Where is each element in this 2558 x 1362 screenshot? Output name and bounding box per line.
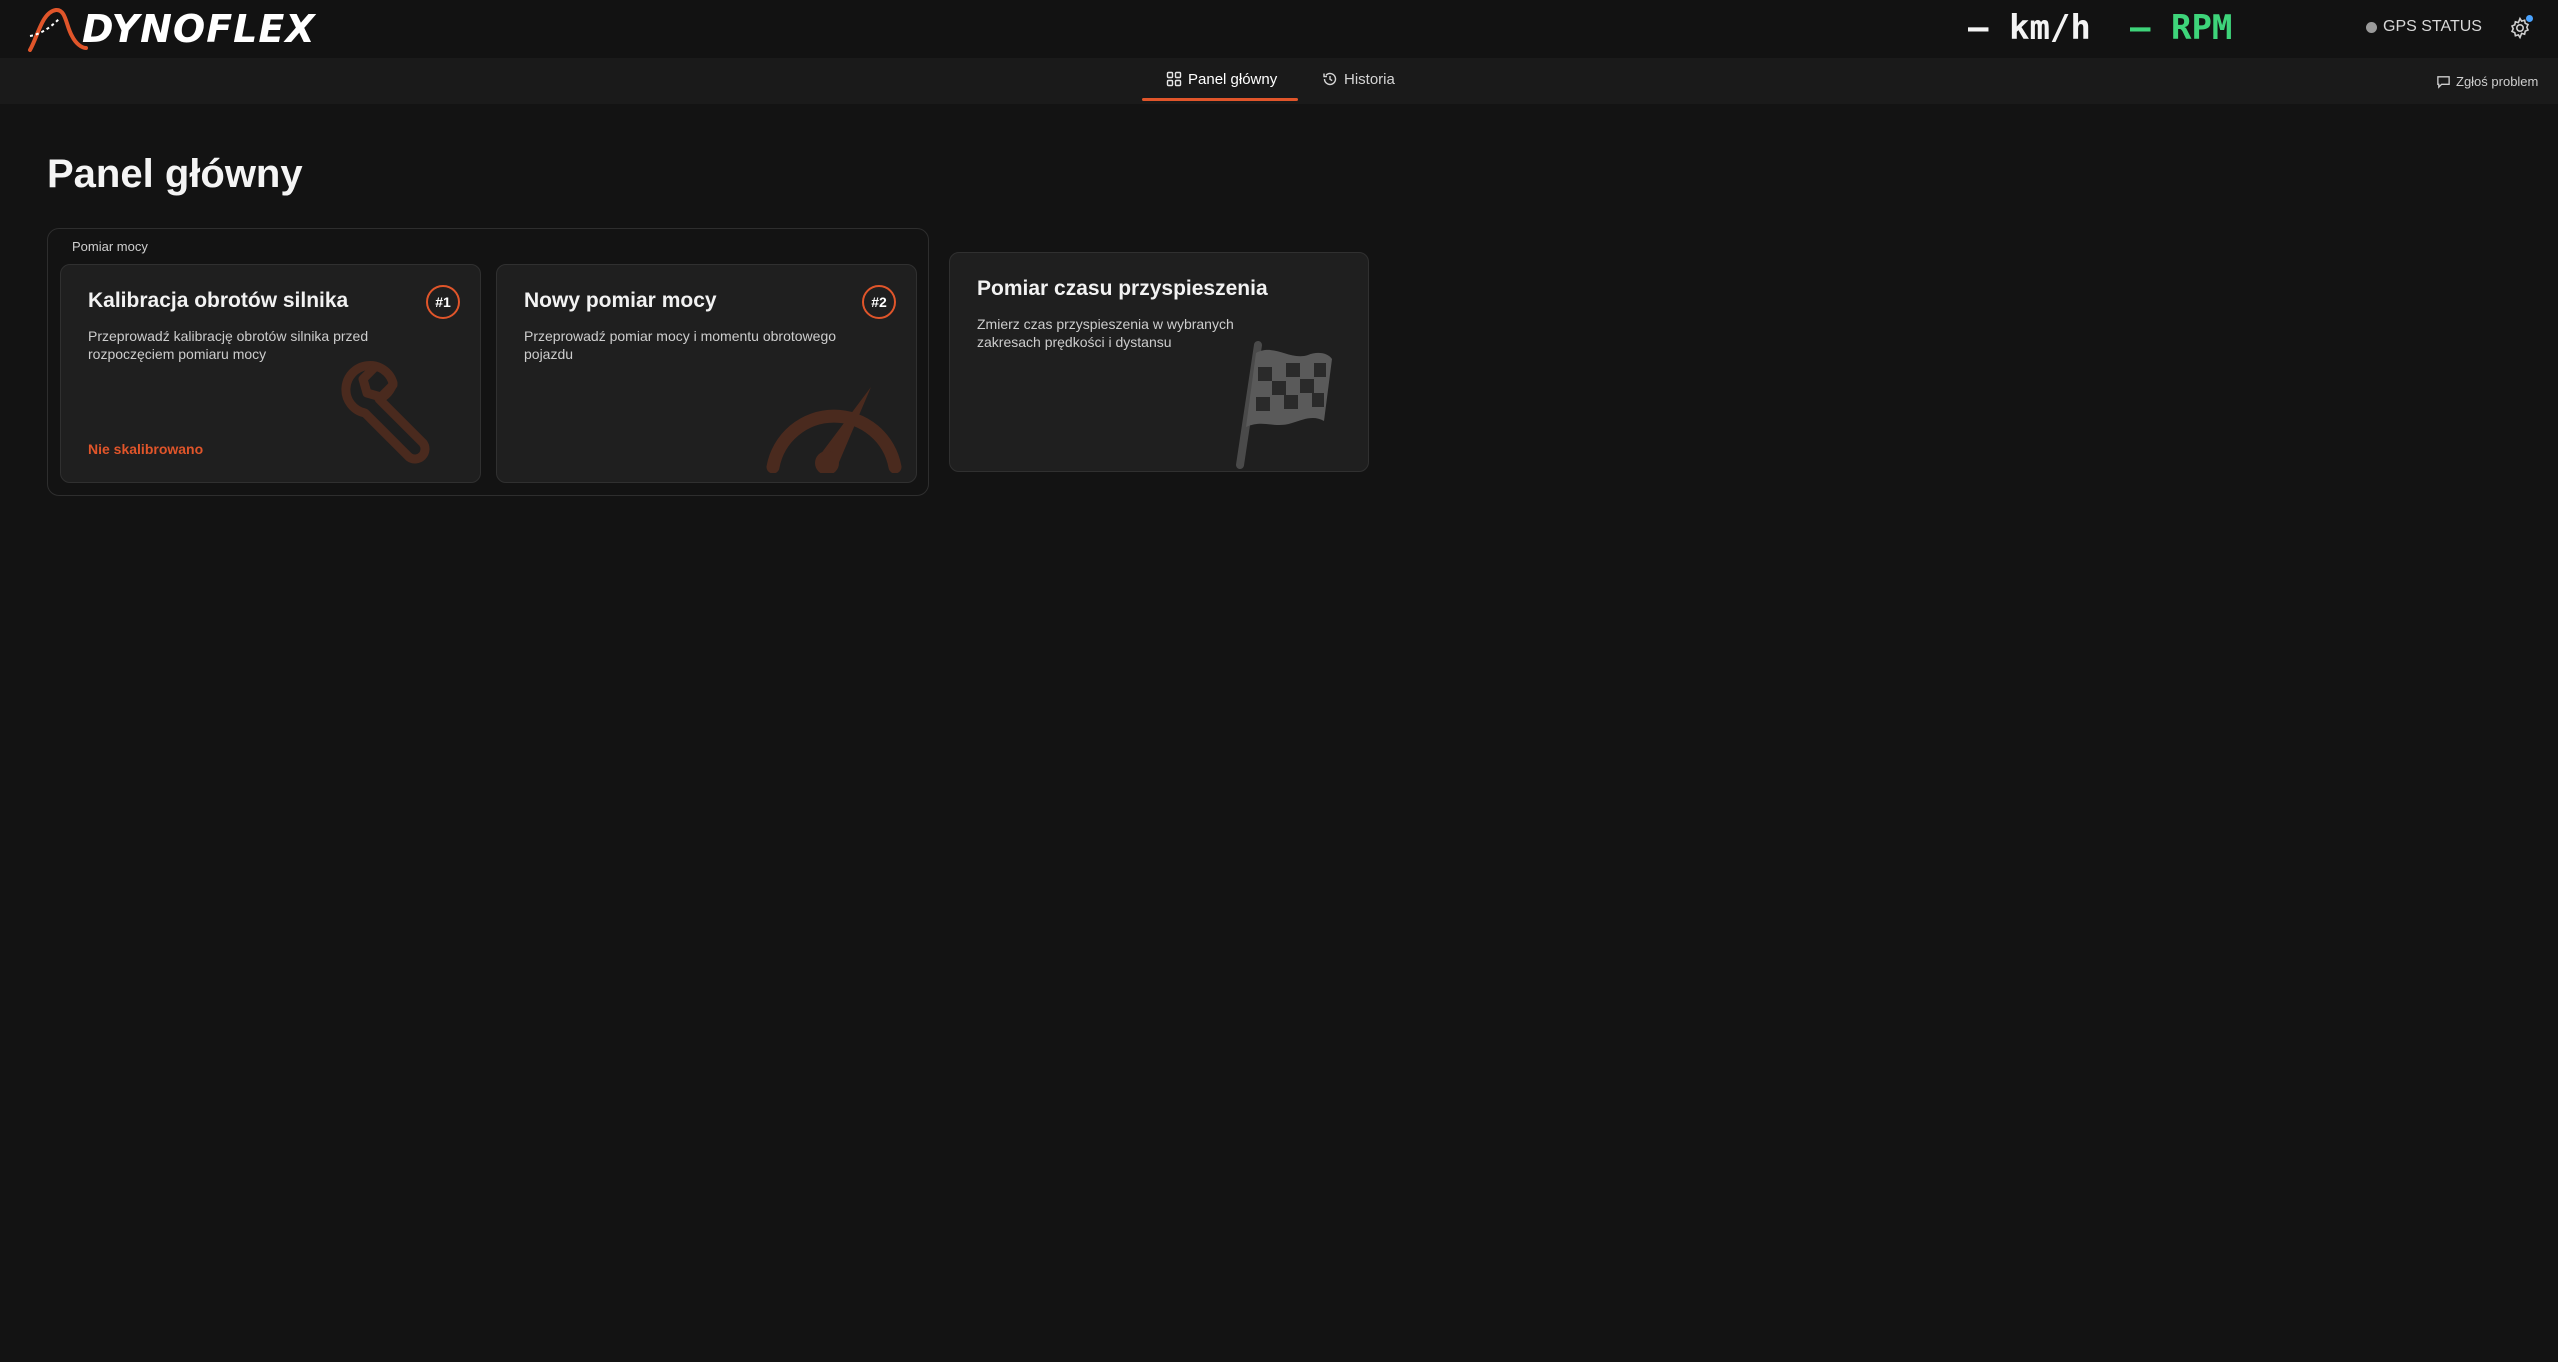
page-title: Panel główny [47,152,303,196]
step-badge: #2 [862,285,896,319]
gps-status-label: GPS STATUS [2383,18,2482,35]
gauge-icon [766,387,902,473]
gps-status-dot-icon [2366,21,2377,33]
tab-panel-glowny[interactable]: Panel główny [1166,58,1277,100]
logo-text: DYNOFLEX [82,7,316,51]
active-tab-indicator [1142,98,1298,101]
nav-bar: Panel główny Historia Zgłoś problem [0,58,2558,104]
wrench-icon [341,361,430,464]
card-description: Zmierz czas przyspieszenia w wybranych z… [977,316,1234,350]
rpm-unit: RPM [2170,8,2233,48]
report-problem-link[interactable]: Zgłoś problem [2436,58,2538,104]
step-badge: #1 [426,285,460,319]
group-label: Pomiar mocy [72,239,148,254]
calibration-status: Nie skalibrowano [88,441,204,457]
history-icon [1323,72,1337,86]
speed-value: – [1968,8,1989,48]
speed-readout: – km/h [1968,8,2091,48]
card-engine-calibration[interactable]: Kalibracja obrotów silnika #1 Przeprowad… [60,264,481,483]
logo-swoosh-icon [28,8,88,52]
card-title: Nowy pomiar mocy [524,289,717,312]
card-acceleration-time[interactable]: Pomiar czasu przyspieszenia Zmierz czas … [949,252,1369,472]
tab-label: Historia [1344,70,1395,88]
grid-icon [1166,71,1182,87]
tab-historia[interactable]: Historia [1322,58,1395,100]
rpm-readout: – RPM [2130,8,2232,48]
card-description: Przeprowadź pomiar mocy i momentu obroto… [524,328,837,362]
tab-label: Panel główny [1188,70,1278,88]
card-title: Pomiar czasu przyspieszenia [977,277,1268,300]
card-new-power-measurement[interactable]: Nowy pomiar mocy #2 Przeprowadź pomiar m… [496,264,917,483]
app-logo[interactable]: DYNOFLEX [26,4,316,54]
report-problem-label: Zgłoś problem [2456,73,2539,89]
message-icon [2437,75,2450,89]
checkered-flag-icon [1236,341,1332,469]
settings-button[interactable] [2508,15,2533,40]
speed-unit: km/h [2008,8,2091,48]
rpm-value: – [2130,8,2151,48]
card-title: Kalibracja obrotów silnika [88,289,349,312]
notification-dot-icon [2526,15,2533,22]
top-header: DYNOFLEX – km/h – RPM GPS STATUS [0,0,2558,58]
gps-status[interactable]: GPS STATUS [2366,18,2482,36]
card-description: Przeprowadź kalibrację obrotów silnika p… [88,328,369,362]
